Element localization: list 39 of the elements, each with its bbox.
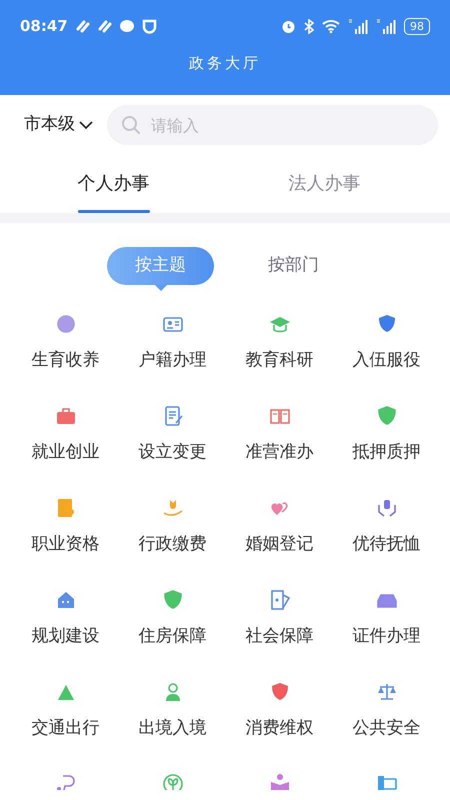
service-item[interactable]: 教育科研 [226, 313, 333, 405]
signal-icon [376, 18, 396, 34]
notification-icon [76, 19, 90, 33]
notification-icon [98, 19, 112, 33]
search-field[interactable]: 请输入 [107, 105, 438, 145]
service-item[interactable]: 设立变更 [119, 405, 226, 497]
status-time: 08:47 [20, 16, 68, 37]
chevron-down-icon [79, 120, 93, 130]
search-icon [121, 115, 141, 135]
service-item[interactable]: 婚姻登记 [226, 497, 333, 589]
service-item[interactable]: 出境入境 [119, 681, 226, 773]
alarm-icon [281, 18, 296, 34]
service-item[interactable]: 生育收养 [12, 313, 119, 405]
service-item[interactable]: 消费维权 [226, 681, 333, 773]
service-item[interactable]: 户籍办理 [119, 313, 226, 405]
tab[interactable]: 个人办事 [78, 155, 150, 213]
service-item[interactable]: 入伍服役 [333, 313, 440, 405]
service-item[interactable]: 证件办理 [333, 589, 440, 681]
topic-tab[interactable]: 按部门 [240, 247, 347, 285]
service-item[interactable]: 准营准办 [226, 405, 333, 497]
service-item[interactable]: 职业资格 [12, 497, 119, 589]
service-item[interactable]: 优待抚恤 [333, 497, 440, 589]
page-title: 政务大厅 [189, 53, 261, 74]
bluetooth-icon [304, 18, 314, 34]
wifi-icon [322, 19, 340, 33]
service-item[interactable]: 就业创业 [12, 405, 119, 497]
chat-icon [120, 20, 134, 32]
service-item[interactable]: 规划建设 [12, 589, 119, 681]
service-item[interactable]: 住房保障 [119, 589, 226, 681]
app-icon [142, 18, 157, 34]
signal-icon [348, 18, 368, 34]
region-dropdown[interactable]: 市本级 [24, 112, 93, 138]
service-item[interactable]: 抵押质押 [333, 405, 440, 497]
service-item[interactable]: 公共安全 [333, 681, 440, 773]
service-item[interactable]: 社会保障 [226, 589, 333, 681]
service-item[interactable]: 行政缴费 [119, 497, 226, 589]
tab-pointer [154, 285, 166, 291]
battery-level: 98 [404, 18, 430, 34]
service-item[interactable]: 交通出行 [12, 681, 119, 773]
